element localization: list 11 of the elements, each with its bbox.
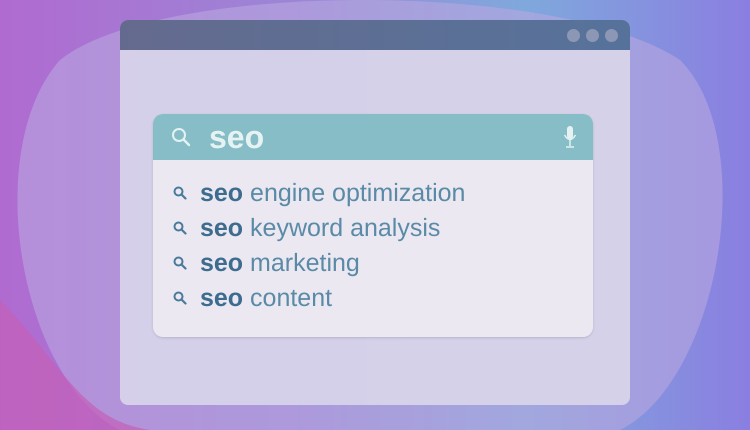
suggestion-item[interactable]: seo marketing: [200, 250, 360, 276]
suggestion-item[interactable]: seo content: [200, 286, 332, 310]
search-icon: [171, 127, 191, 147]
search-icon: [173, 221, 187, 235]
suggestion-item[interactable]: seo keyword analysis: [200, 216, 440, 240]
search-icon: [173, 256, 187, 270]
search-icon: [173, 291, 187, 305]
search-icon: [173, 186, 187, 200]
search-query: seo: [209, 121, 264, 153]
suggestion-item[interactable]: seo engine optimization: [200, 180, 466, 206]
microphone-icon[interactable]: [563, 125, 577, 149]
